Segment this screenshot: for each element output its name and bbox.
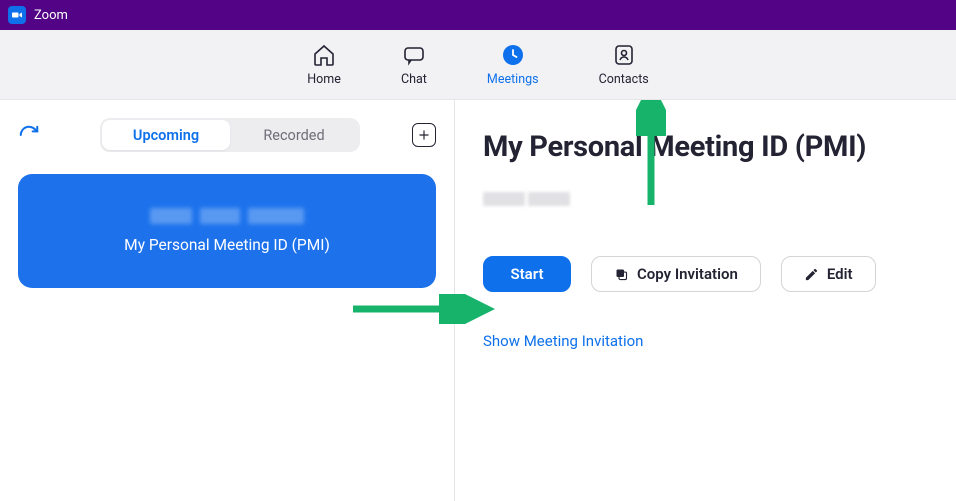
copy-invitation-button[interactable]: Copy Invitation bbox=[591, 256, 761, 292]
refresh-icon[interactable] bbox=[18, 124, 40, 146]
titlebar: Zoom bbox=[0, 0, 956, 30]
home-icon bbox=[311, 42, 337, 68]
nav-chat-label: Chat bbox=[401, 72, 427, 87]
right-pane: My Personal Meeting ID (PMI) Start Copy … bbox=[455, 100, 956, 501]
nav-meetings[interactable]: Meetings bbox=[487, 42, 539, 87]
nav-chat[interactable]: Chat bbox=[401, 42, 427, 87]
nav-meetings-label: Meetings bbox=[487, 72, 539, 87]
chat-icon bbox=[401, 42, 427, 68]
nav-contacts-label: Contacts bbox=[599, 72, 649, 87]
edit-label: Edit bbox=[827, 265, 853, 283]
nav-home-label: Home bbox=[307, 72, 341, 87]
titlebar-app-name: Zoom bbox=[34, 8, 68, 23]
segmented-control: Upcoming Recorded bbox=[100, 118, 360, 152]
left-pane: Upcoming Recorded My Personal Meeting ID… bbox=[0, 100, 455, 501]
pmi-id-redacted bbox=[150, 208, 304, 224]
top-nav: Home Chat Meetings Contacts bbox=[0, 30, 956, 100]
start-button[interactable]: Start bbox=[483, 256, 571, 292]
clock-icon bbox=[500, 42, 526, 68]
tab-upcoming[interactable]: Upcoming bbox=[102, 120, 230, 150]
zoom-app-icon bbox=[8, 6, 26, 24]
pmi-card[interactable]: My Personal Meeting ID (PMI) bbox=[18, 174, 436, 288]
tab-recorded[interactable]: Recorded bbox=[230, 120, 358, 150]
pmi-card-label: My Personal Meeting ID (PMI) bbox=[124, 236, 330, 254]
edit-button[interactable]: Edit bbox=[781, 256, 876, 292]
copy-invitation-label: Copy Invitation bbox=[637, 265, 738, 283]
left-toolbar: Upcoming Recorded bbox=[18, 118, 436, 152]
add-meeting-button[interactable] bbox=[412, 123, 436, 147]
nav-contacts[interactable]: Contacts bbox=[599, 42, 649, 87]
nav-home[interactable]: Home bbox=[307, 42, 341, 87]
action-buttons: Start Copy Invitation Edit bbox=[483, 256, 928, 292]
content: Upcoming Recorded My Personal Meeting ID… bbox=[0, 100, 956, 501]
page-title: My Personal Meeting ID (PMI) bbox=[483, 130, 928, 164]
contacts-icon bbox=[611, 42, 637, 68]
pmi-id-redacted-detail bbox=[483, 192, 928, 206]
pencil-icon bbox=[804, 267, 819, 282]
copy-icon bbox=[614, 267, 629, 282]
show-invitation-link[interactable]: Show Meeting Invitation bbox=[483, 332, 928, 350]
